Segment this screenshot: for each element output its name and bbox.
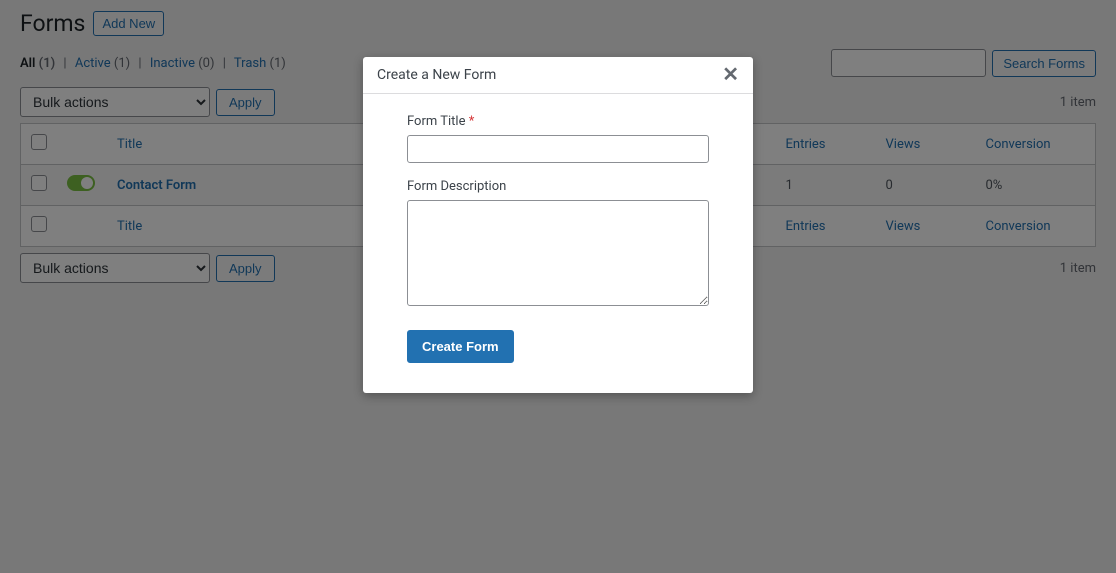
modal-header: Create a New Form ✕ bbox=[363, 57, 753, 94]
close-icon[interactable]: ✕ bbox=[722, 65, 739, 85]
modal-overlay[interactable]: Create a New Form ✕ Form Title * Form De… bbox=[0, 0, 1116, 573]
create-form-modal: Create a New Form ✕ Form Title * Form De… bbox=[363, 57, 753, 393]
required-marker: * bbox=[469, 114, 475, 129]
form-title-field: Form Title * bbox=[407, 114, 709, 163]
form-title-label-text: Form Title bbox=[407, 114, 465, 129]
modal-body: Form Title * Form Description Create For… bbox=[363, 94, 753, 393]
form-title-input[interactable] bbox=[407, 135, 709, 163]
form-title-label: Form Title * bbox=[407, 114, 709, 129]
create-form-button[interactable]: Create Form bbox=[407, 330, 514, 363]
form-description-field: Form Description bbox=[407, 179, 709, 310]
modal-title: Create a New Form bbox=[377, 67, 496, 83]
form-description-input[interactable] bbox=[407, 200, 709, 306]
form-description-label: Form Description bbox=[407, 179, 709, 194]
